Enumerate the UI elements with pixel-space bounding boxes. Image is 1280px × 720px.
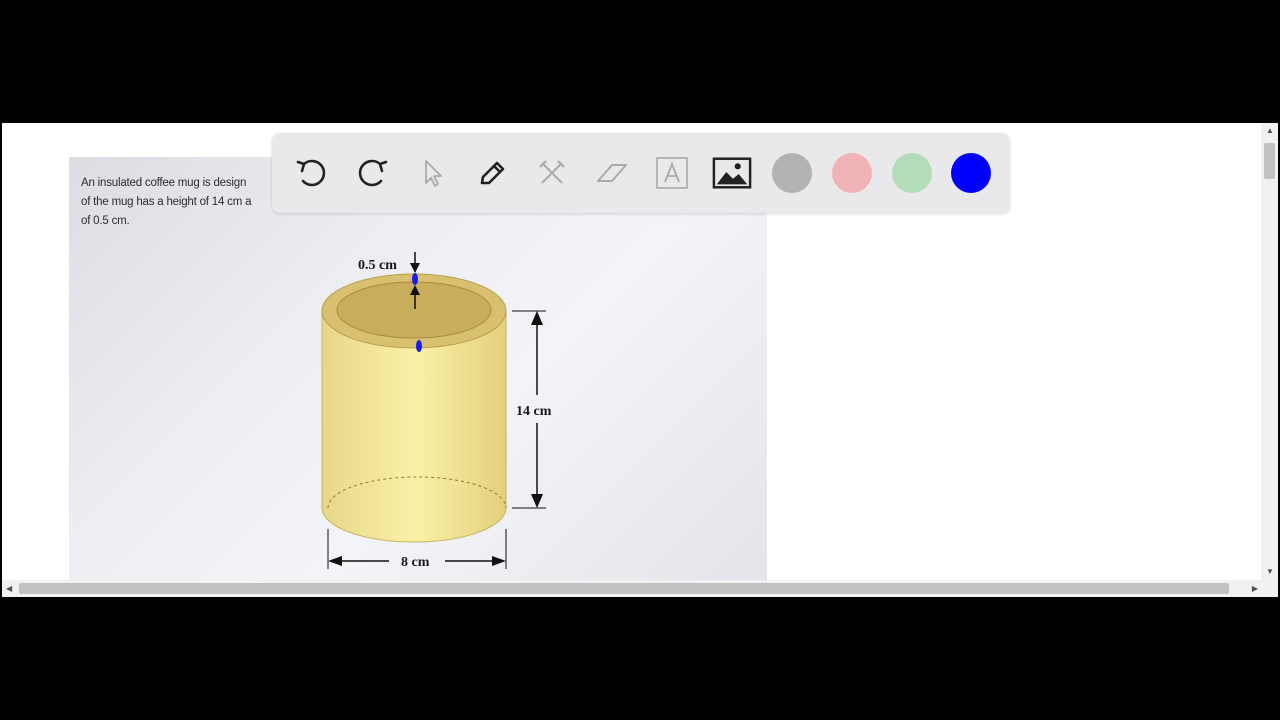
whiteboard-viewport[interactable]: An insulated coffee mug is design of the… xyxy=(2,123,1278,597)
scroll-left-button[interactable]: ◀ xyxy=(6,585,12,593)
color-swatch-gray[interactable] xyxy=(772,153,812,193)
height-label: 14 cm xyxy=(516,404,552,419)
diameter-arrowhead-left xyxy=(328,556,342,566)
diameter-label: 8 cm xyxy=(401,555,430,570)
height-arrowhead-bottom xyxy=(531,494,543,508)
vertical-scroll-thumb[interactable] xyxy=(1264,143,1275,179)
height-arrowhead-top xyxy=(531,311,543,325)
image-tool[interactable] xyxy=(712,153,752,193)
pen-tool[interactable] xyxy=(472,153,512,193)
pen-icon xyxy=(480,161,505,185)
scroll-right-button[interactable]: ▶ xyxy=(1252,585,1258,593)
diameter-arrowhead-right xyxy=(492,556,506,566)
mug-diagram: 0.5 cm 14 cm 8 cm xyxy=(321,252,552,570)
color-swatch-pink[interactable] xyxy=(832,153,872,193)
eraser-tool[interactable] xyxy=(592,153,632,193)
text-icon xyxy=(656,157,688,189)
pointer-tool[interactable] xyxy=(412,153,452,193)
scroll-down-button[interactable]: ▼ xyxy=(1266,568,1274,576)
vertical-scrollbar[interactable]: ▲ ▼ xyxy=(1261,123,1278,580)
tools-icon xyxy=(539,160,565,184)
pointer-icon xyxy=(425,160,442,187)
drawing-toolbar xyxy=(272,133,1010,213)
pen-mark xyxy=(416,340,422,352)
undo-button[interactable] xyxy=(292,153,332,193)
horizontal-scroll-thumb[interactable] xyxy=(19,583,1229,594)
problem-photo: An insulated coffee mug is design of the… xyxy=(69,157,767,580)
text-tool[interactable] xyxy=(652,153,692,193)
undo-icon xyxy=(296,159,326,187)
redo-icon xyxy=(358,159,388,187)
color-swatch-green[interactable] xyxy=(892,153,932,193)
redo-button[interactable] xyxy=(352,153,392,193)
eraser-icon xyxy=(597,164,627,182)
image-icon xyxy=(712,157,752,189)
pen-mark xyxy=(412,273,418,285)
horizontal-scrollbar[interactable]: ◀ ▶ xyxy=(2,580,1278,597)
shapes-tool[interactable] xyxy=(532,153,572,193)
scroll-up-button[interactable]: ▲ xyxy=(1266,127,1274,135)
thickness-arrowhead-top xyxy=(410,263,420,273)
thickness-label: 0.5 cm xyxy=(358,258,397,273)
color-swatch-blue[interactable] xyxy=(951,153,991,193)
